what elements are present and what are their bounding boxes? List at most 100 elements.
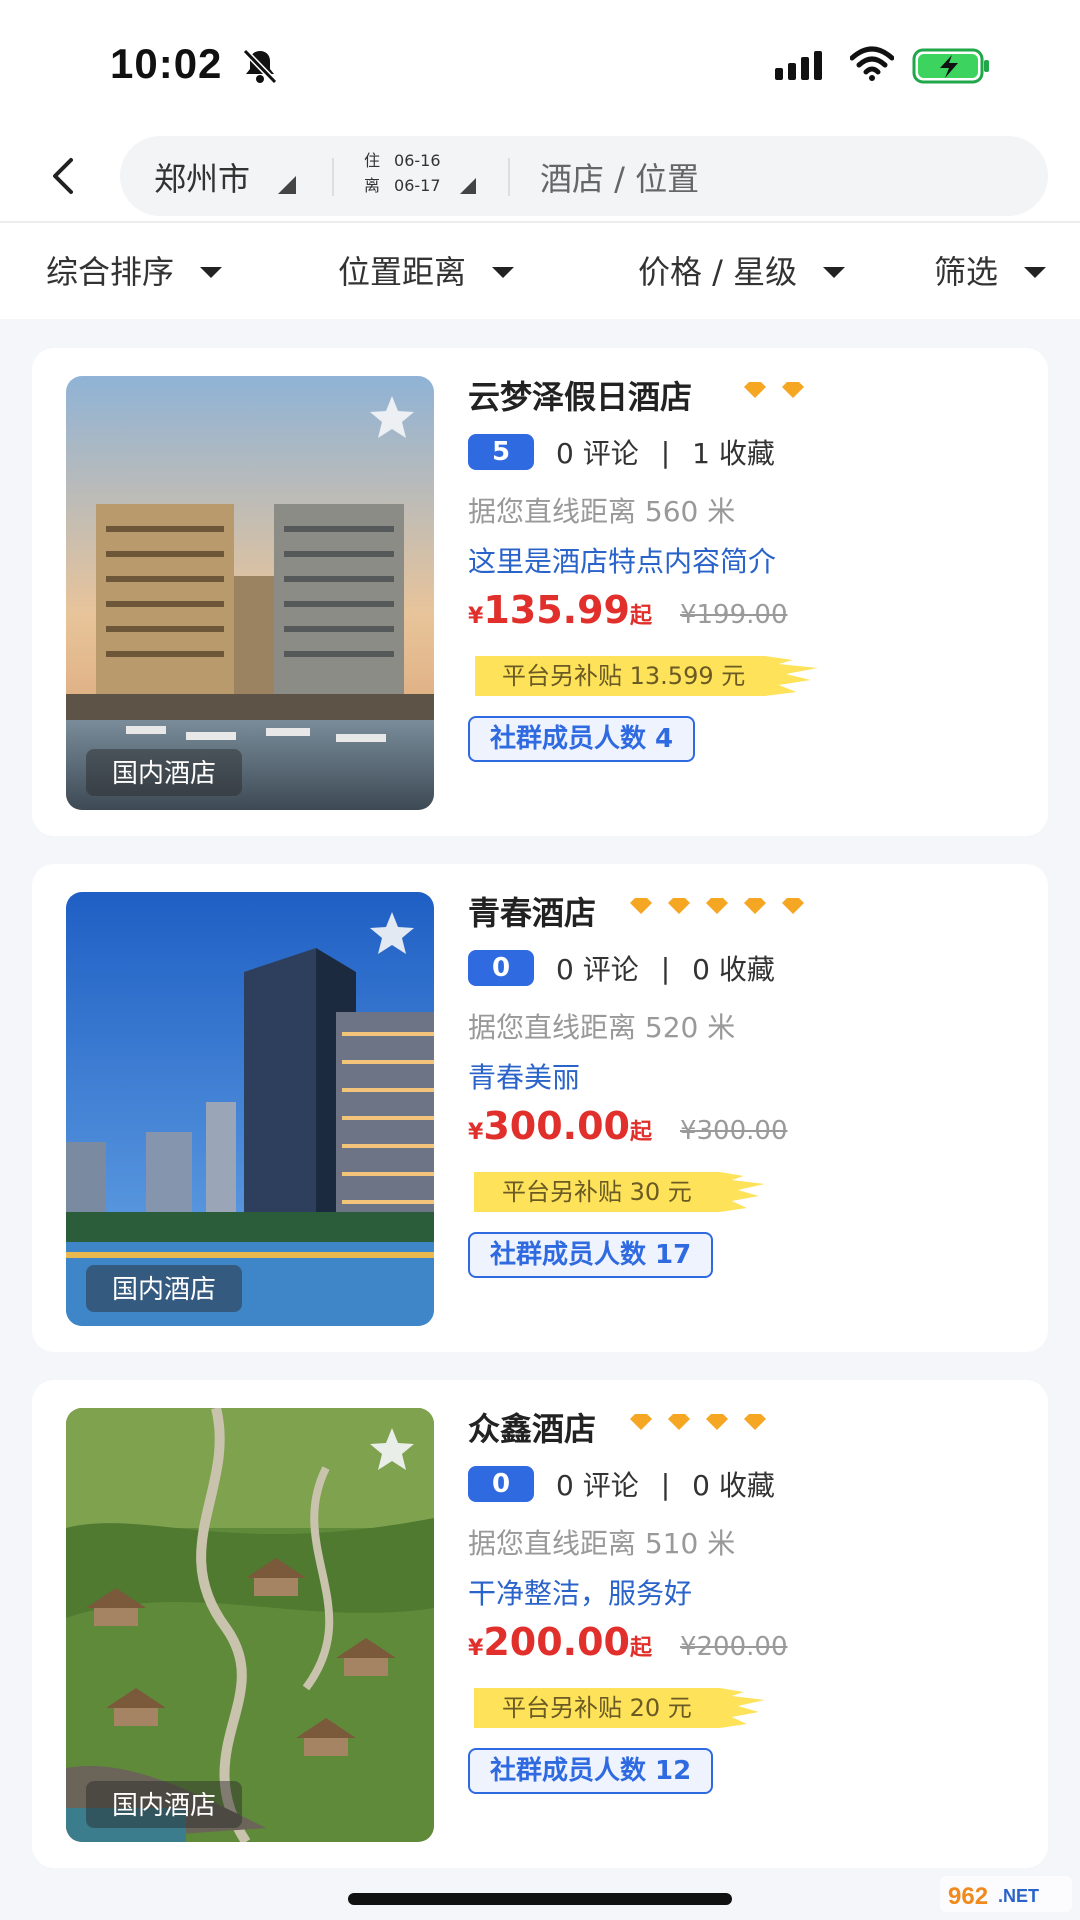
search-input[interactable]: 酒店 / 位置 <box>540 154 699 200</box>
currency-symbol: ¥ <box>468 604 484 629</box>
hotel-description: 青春美丽 <box>468 1061 581 1094</box>
favorite-star-icon[interactable] <box>368 910 416 956</box>
search-bar[interactable]: 郑州市 住 06-16 离 06-17 酒店 / 位置 <box>120 136 1048 216</box>
diamond-star-icon <box>782 382 804 398</box>
date-selector[interactable]: 住 06-16 离 06-17 <box>364 148 441 198</box>
filter-sort-label: 综合排序 <box>46 253 175 291</box>
price-row: ¥ 300.00 起 ¥300.00 <box>468 1104 788 1148</box>
diamond-star-icon <box>706 898 728 914</box>
hotel-stars <box>630 898 804 920</box>
hotel-stats: 0 0 评论 | 0 收藏 <box>468 948 775 988</box>
hotel-image[interactable]: 国内酒店 <box>66 1408 434 1842</box>
city-dropdown-icon <box>278 176 296 194</box>
svg-text:962: 962 <box>948 1883 988 1910</box>
divider <box>508 158 510 196</box>
diamond-star-icon <box>706 1414 728 1430</box>
diamond-star-icon <box>630 898 652 914</box>
filter-more[interactable]: 筛选 <box>934 247 1047 293</box>
hotel-description: 这里是酒店特点内容简介 <box>468 545 777 578</box>
original-price: ¥200.00 <box>679 1632 788 1662</box>
checkin-date: 06-16 <box>394 151 441 170</box>
filter-distance-label: 位置距离 <box>338 253 467 291</box>
score-badge: 5 <box>468 434 534 470</box>
caret-down-icon <box>200 266 223 278</box>
currency-symbol: ¥ <box>468 1636 484 1661</box>
community-members-badge[interactable]: 社群成员人数 12 <box>468 1748 714 1794</box>
filter-price-star[interactable]: 价格 / 星级 <box>638 247 846 293</box>
hotel-description: 干净整洁，服务好 <box>468 1577 693 1610</box>
favorite-count: 0 收藏 <box>692 953 775 986</box>
hotel-photo <box>66 892 434 1326</box>
price-suffix: 起 <box>629 604 652 629</box>
diamond-star-icon <box>744 898 766 914</box>
hotel-image[interactable]: 国内酒店 <box>66 376 434 810</box>
hotel-stats: 0 0 评论 | 0 收藏 <box>468 1464 775 1504</box>
hotel-distance: 据您直线距离 510 米 <box>468 1527 736 1560</box>
original-price: ¥300.00 <box>679 1116 788 1146</box>
hotel-type-tag: 国内酒店 <box>86 1781 243 1828</box>
subsidy-banner: 平台另补贴 13.599 元 <box>468 654 821 698</box>
price-suffix: 起 <box>629 1120 652 1145</box>
hotel-price: 300.00 <box>483 1104 630 1148</box>
comment-count: 0 评论 <box>556 437 639 470</box>
hotel-card[interactable]: 国内酒店 云梦泽假日酒店 5 0 评论 | 1 收藏 据您直线距离 560 米 … <box>32 348 1048 836</box>
stats-separator: | <box>660 1467 671 1501</box>
community-members-badge[interactable]: 社群成员人数 17 <box>468 1232 714 1278</box>
hotel-price: 200.00 <box>483 1620 630 1664</box>
comment-count: 0 评论 <box>556 1469 639 1502</box>
filter-sort[interactable]: 综合排序 <box>46 247 223 293</box>
status-bar: 10:02 <box>0 0 1080 130</box>
filter-more-label: 筛选 <box>934 253 999 291</box>
hotel-stars <box>744 382 804 404</box>
status-time: 10:02 <box>110 40 223 87</box>
community-members-badge[interactable]: 社群成员人数 4 <box>468 716 696 762</box>
back-button[interactable] <box>40 148 84 204</box>
bell-off-icon <box>242 48 278 85</box>
hotel-distance: 据您直线距离 520 米 <box>468 1011 736 1044</box>
hotel-info: 众鑫酒店 0 0 评论 | 0 收藏 据您直线距离 510 米 干净整洁，服务好… <box>468 1380 1028 1868</box>
price-suffix: 起 <box>629 1636 652 1661</box>
svg-text:.NET: .NET <box>998 1886 1039 1906</box>
signal-icon <box>775 51 822 80</box>
wifi-icon <box>850 46 894 81</box>
favorite-count: 1 收藏 <box>692 437 775 470</box>
caret-down-icon <box>492 266 515 278</box>
subsidy-text: 平台另补贴 30 元 <box>502 1178 692 1206</box>
hotel-distance: 据您直线距离 560 米 <box>468 495 736 528</box>
subsidy-banner: 平台另补贴 30 元 <box>468 1170 768 1214</box>
checkout-label: 离 <box>364 176 381 195</box>
hotel-photo <box>66 376 434 810</box>
hotel-image[interactable]: 国内酒店 <box>66 892 434 1326</box>
battery-icon <box>912 48 989 84</box>
hotel-stars <box>630 1414 766 1436</box>
diamond-star-icon <box>782 898 804 914</box>
diamond-star-icon <box>630 1414 652 1430</box>
hotel-type-tag: 国内酒店 <box>86 749 243 796</box>
date-dropdown-icon <box>460 178 476 194</box>
hotel-price: 135.99 <box>483 588 630 632</box>
favorite-star-icon[interactable] <box>368 1426 416 1472</box>
divider <box>332 158 334 196</box>
filter-price-star-label: 价格 / 星级 <box>638 253 798 291</box>
price-row: ¥ 200.00 起 ¥200.00 <box>468 1620 788 1664</box>
city-selector[interactable]: 郑州市 <box>154 154 250 200</box>
hotel-name: 青春酒店 <box>468 894 597 932</box>
hotel-card[interactable]: 国内酒店 青春酒店 0 0 评论 | 0 收藏 据您直线距离 520 米 青春美… <box>32 864 1048 1352</box>
favorite-count: 0 收藏 <box>692 1469 775 1502</box>
hotel-info: 云梦泽假日酒店 5 0 评论 | 1 收藏 据您直线距离 560 米 这里是酒店… <box>468 348 1028 836</box>
filter-distance[interactable]: 位置距离 <box>338 247 515 293</box>
caret-down-icon <box>1024 266 1047 278</box>
score-badge: 0 <box>468 1466 534 1502</box>
favorite-star-icon[interactable] <box>368 394 416 440</box>
diamond-star-icon <box>744 1414 766 1430</box>
stats-separator: | <box>660 435 671 469</box>
comment-count: 0 评论 <box>556 953 639 986</box>
hotel-card[interactable]: 国内酒店 众鑫酒店 0 0 评论 | 0 收藏 据您直线距离 510 米 干净整… <box>32 1380 1048 1868</box>
hotel-stats: 5 0 评论 | 1 收藏 <box>468 432 775 472</box>
filter-bar: 综合排序 位置距离 价格 / 星级 筛选 <box>0 223 1080 319</box>
diamond-star-icon <box>744 382 766 398</box>
checkout-date: 06-17 <box>394 176 441 195</box>
watermark-logo: 962 .NET <box>940 1876 1072 1912</box>
subsidy-banner: 平台另补贴 20 元 <box>468 1686 768 1730</box>
subsidy-text: 平台另补贴 13.599 元 <box>502 662 746 690</box>
